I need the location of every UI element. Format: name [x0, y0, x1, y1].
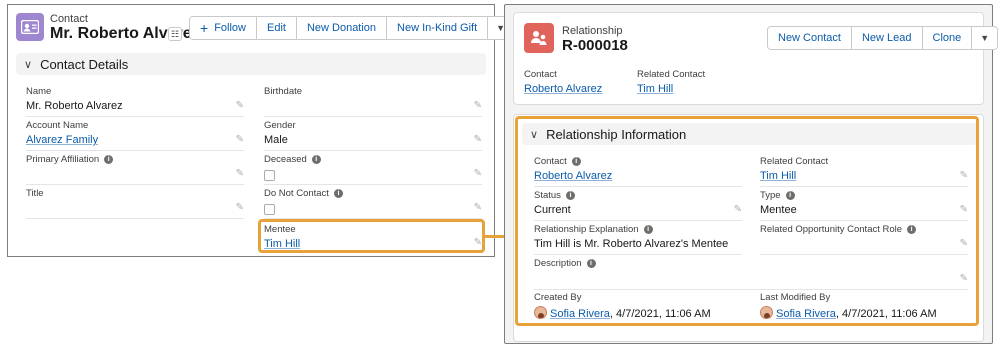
- field-value: Male: [264, 134, 288, 146]
- pencil-icon[interactable]: ✎: [474, 100, 482, 111]
- follow-button[interactable]: + Follow: [190, 17, 257, 39]
- field-label-row: Primary Affiliation i: [26, 153, 244, 166]
- field-label: Title: [26, 188, 44, 199]
- field-label: Name: [26, 86, 52, 97]
- pencil-icon[interactable]: ✎: [474, 202, 482, 213]
- highlight-contact: Contact Roberto Alvarez: [524, 69, 602, 95]
- new-donation-button[interactable]: New Donation: [296, 17, 388, 39]
- pencil-icon[interactable]: ✎: [236, 100, 244, 111]
- field-label: Primary Affiliation: [26, 154, 100, 165]
- pencil-icon[interactable]: ✎: [236, 202, 244, 213]
- field-value: [264, 100, 482, 114]
- contact-action-buttons: + Follow Edit New Donation New In-Kind G…: [189, 16, 515, 40]
- field-value: [26, 202, 244, 216]
- pencil-icon[interactable]: ✎: [474, 134, 482, 145]
- highlight-related-contact: Related Contact Tim Hill: [637, 69, 705, 95]
- deceased-checkbox[interactable]: [264, 170, 275, 181]
- contact-details-section-header[interactable]: ∨ Contact Details: [16, 53, 486, 75]
- field-value: Mr. Roberto Alvarez: [26, 100, 123, 112]
- highlight-label: Related Contact: [637, 69, 706, 80]
- field-do-not-contact: Do Not Contact i ✎: [264, 187, 482, 219]
- field-account-name: Account Name Alvarez Family ✎: [26, 119, 244, 151]
- object-type-label: Contact: [50, 13, 88, 25]
- field-value: [26, 168, 244, 182]
- account-name-link[interactable]: Alvarez Family: [26, 134, 244, 148]
- relationship-information-highlight-box: [515, 116, 979, 326]
- edit-button[interactable]: Edit: [256, 17, 297, 39]
- field-gender: Gender Male ✎: [264, 119, 482, 151]
- field-label: Birthdate: [264, 86, 303, 97]
- relationship-header-card: Relationship R-000018 New Contact New Le…: [513, 12, 999, 105]
- field-label-row: Deceased i: [264, 153, 482, 166]
- clone-button[interactable]: Clone: [922, 27, 973, 49]
- field-primary-affiliation: Primary Affiliation i ✎: [26, 153, 244, 185]
- chevron-down-icon: ∨: [24, 58, 33, 71]
- pencil-icon[interactable]: ✎: [474, 168, 482, 179]
- relationship-people-icon: [531, 31, 547, 45]
- highlight-related-contact-link[interactable]: Tim Hill: [637, 83, 705, 95]
- relationship-object-icon: [524, 23, 554, 53]
- mentee-highlight-box: [258, 219, 485, 253]
- field-title: Title ✎: [26, 187, 244, 219]
- object-type-label: Relationship: [562, 25, 623, 37]
- record-title: R-000018: [562, 37, 628, 54]
- section-title: Contact Details: [40, 56, 129, 72]
- new-inkind-gift-button[interactable]: New In-Kind Gift: [387, 17, 489, 39]
- field-name: Name Mr. Roberto Alvarez ✎: [26, 85, 244, 117]
- hierarchy-icon[interactable]: ☷: [168, 27, 182, 41]
- relationship-action-buttons: New Contact New Lead Clone ▼: [767, 26, 999, 50]
- field-deceased: Deceased i ✎: [264, 153, 482, 185]
- more-actions-dropdown-icon[interactable]: ▼: [972, 27, 998, 49]
- highlight-label: Contact: [524, 69, 557, 80]
- field-label: Gender: [264, 120, 296, 131]
- field-birthdate: Birthdate ✎: [264, 85, 482, 117]
- new-lead-button[interactable]: New Lead: [851, 27, 923, 49]
- follow-label: Follow: [214, 22, 246, 34]
- info-icon[interactable]: i: [311, 155, 321, 164]
- field-label-row: Do Not Contact i: [264, 187, 482, 200]
- pencil-icon[interactable]: ✎: [236, 168, 244, 179]
- info-icon[interactable]: i: [104, 155, 114, 164]
- field-label: Do Not Contact: [264, 188, 329, 199]
- field-label: Deceased: [264, 154, 307, 165]
- highlight-contact-link[interactable]: Roberto Alvarez: [524, 83, 602, 95]
- contact-card-icon: [21, 20, 39, 34]
- do-not-contact-checkbox[interactable]: [264, 204, 275, 215]
- field-label: Account Name: [26, 120, 89, 131]
- new-contact-button[interactable]: New Contact: [768, 27, 852, 49]
- plus-icon: +: [200, 20, 209, 36]
- info-icon[interactable]: i: [333, 189, 343, 198]
- contact-object-icon: [16, 13, 44, 41]
- pencil-icon[interactable]: ✎: [236, 134, 244, 145]
